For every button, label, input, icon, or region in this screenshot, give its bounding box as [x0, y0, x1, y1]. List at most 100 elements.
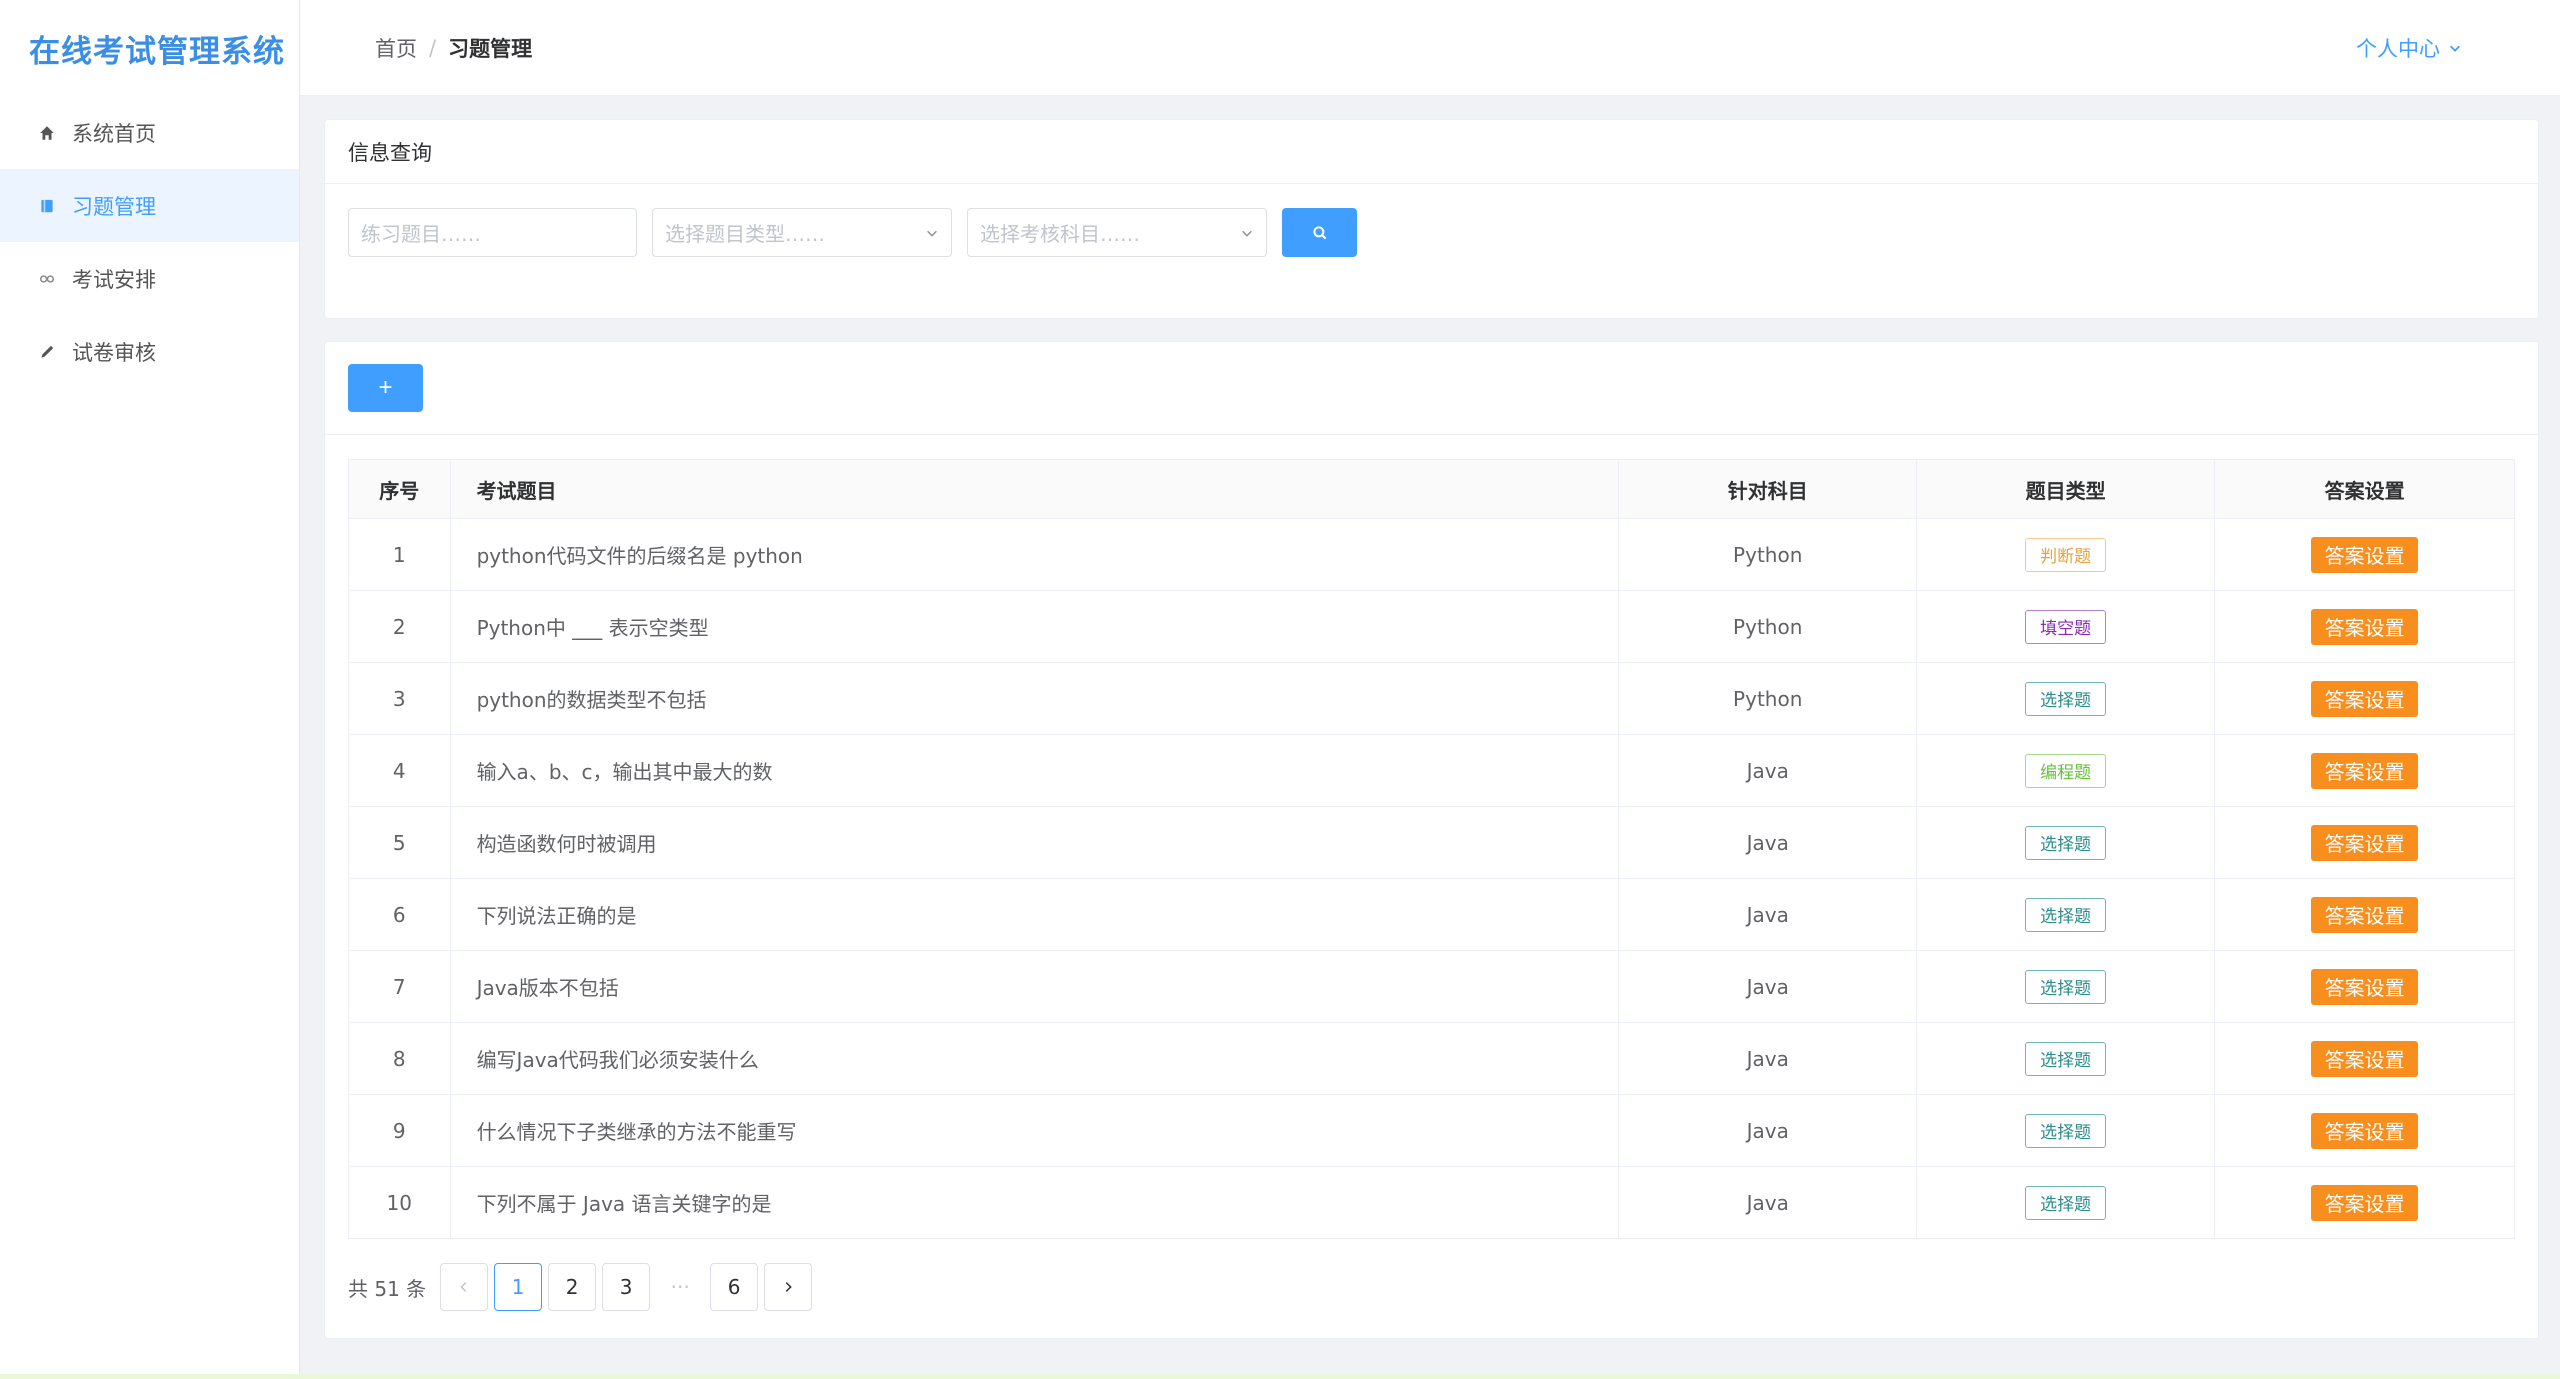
- answer-setting-button[interactable]: 答案设置: [2311, 608, 2419, 645]
- page-1-button[interactable]: 1: [494, 1263, 543, 1311]
- row-type-cell: 填空题: [1916, 590, 2216, 663]
- question-title-placeholder: 练习题目……: [361, 222, 481, 246]
- chevron-down-icon: [927, 230, 937, 237]
- question-title-input[interactable]: 练习题目……: [348, 208, 637, 257]
- chevron-down-icon: [2450, 45, 2460, 52]
- question-type-tag: 选择题: [2025, 1113, 2107, 1148]
- sidebar-item-label: 习题管理: [72, 194, 156, 219]
- answer-setting-button[interactable]: 答案设置: [2311, 968, 2419, 1005]
- page-ellipsis[interactable]: ···: [656, 1263, 705, 1311]
- row-subject: Java: [1618, 806, 1918, 879]
- page-3-button[interactable]: 3: [602, 1263, 651, 1311]
- book-icon: [36, 197, 58, 215]
- breadcrumb-current: 习题管理: [448, 36, 533, 61]
- breadcrumb-home[interactable]: 首页: [375, 33, 417, 63]
- row-title: 输入a、b、c，输出其中最大的数: [449, 734, 1620, 807]
- answer-setting-button[interactable]: 答案设置: [2311, 1112, 2419, 1149]
- page-6-button[interactable]: 6: [710, 1263, 759, 1311]
- sidebar-item-exam-schedule[interactable]: 考试安排: [0, 242, 299, 315]
- query-form: 练习题目…… 选择题目类型…… 选择考核科目……: [325, 208, 2538, 257]
- header-subject: 针对科目: [1618, 459, 1918, 519]
- row-answer-cell: 答案设置: [2214, 662, 2515, 735]
- chevron-left-icon: [460, 1282, 467, 1292]
- row-subject: Java: [1618, 878, 1918, 951]
- answer-setting-button[interactable]: 答案设置: [2311, 824, 2419, 861]
- user-center-dropdown[interactable]: 个人中心: [2356, 0, 2462, 96]
- row-answer-cell: 答案设置: [2214, 734, 2515, 807]
- row-title: python代码文件的后缀名是 python: [449, 518, 1620, 591]
- question-table: 序号 考试题目 针对科目 题目类型 答案设置 1 python代码文件的后缀名是 …: [348, 459, 2515, 1239]
- brand-title: 在线考试管理系统: [29, 33, 285, 70]
- table-row: 7 Java版本不包括 Java 选择题 答案设置: [348, 950, 2515, 1023]
- breadcrumb: 首页 / 习题管理: [375, 33, 532, 63]
- row-idx: 8: [348, 1022, 451, 1095]
- question-list-panel: + 序号 考试题目 针对科目 题目类型 答案设置 1 python代码文件的后缀名…: [324, 341, 2539, 1339]
- row-type-cell: 选择题: [1916, 1166, 2216, 1239]
- prev-page-button[interactable]: [440, 1263, 489, 1311]
- table-row: 5 构造函数何时被调用 Java 选择题 答案设置: [348, 806, 2515, 879]
- table-row: 2 Python中 ___ 表示空类型 Python 填空题 答案设置: [348, 590, 2515, 663]
- answer-setting-button[interactable]: 答案设置: [2311, 896, 2419, 933]
- question-type-tag: 选择题: [2025, 681, 2107, 716]
- answer-setting-button[interactable]: 答案设置: [2311, 1040, 2419, 1077]
- answer-setting-button[interactable]: 答案设置: [2311, 680, 2419, 717]
- row-idx: 7: [348, 950, 451, 1023]
- row-title: 什么情况下子类继承的方法不能重写: [449, 1094, 1620, 1167]
- question-type-tag: 选择题: [2025, 1185, 2107, 1220]
- header-title: 考试题目: [449, 459, 1620, 519]
- header-type: 题目类型: [1916, 459, 2216, 519]
- answer-setting-button[interactable]: 答案设置: [2311, 536, 2419, 573]
- row-answer-cell: 答案设置: [2214, 590, 2515, 663]
- answer-setting-button[interactable]: 答案设置: [2311, 1184, 2419, 1221]
- top-header: 首页 / 习题管理 个人中心: [300, 0, 2560, 96]
- table-row: 8 编写Java代码我们必须安装什么 Java 选择题 答案设置: [348, 1022, 2515, 1095]
- bottom-border: [0, 1374, 2560, 1379]
- row-answer-cell: 答案设置: [2214, 878, 2515, 951]
- row-answer-cell: 答案设置: [2214, 950, 2515, 1023]
- row-subject: Java: [1618, 1166, 1918, 1239]
- table-row: 9 什么情况下子类继承的方法不能重写 Java 选择题 答案设置: [348, 1094, 2515, 1167]
- search-button[interactable]: [1282, 208, 1357, 257]
- row-idx: 5: [348, 806, 451, 879]
- row-type-cell: 选择题: [1916, 806, 2216, 879]
- row-subject: Python: [1618, 590, 1918, 663]
- row-idx: 6: [348, 878, 451, 951]
- pencil-icon: [36, 343, 58, 361]
- breadcrumb-separator: /: [429, 35, 437, 60]
- row-type-cell: 选择题: [1916, 1022, 2216, 1095]
- row-subject: Java: [1618, 1022, 1918, 1095]
- row-idx: 9: [348, 1094, 451, 1167]
- search-icon: [1312, 225, 1326, 239]
- pagination: 共 51 条 1 2 3 ··· 6: [348, 1263, 818, 1311]
- question-type-tag: 填空题: [2025, 609, 2107, 644]
- app-root: 在线考试管理系统 系统首页 习题管理 考试安排 试卷审核 首页 / 习题管理 个…: [0, 0, 2560, 1379]
- sidebar-item-paper-review[interactable]: 试卷审核: [0, 315, 299, 388]
- pagination-total: 共 51 条: [348, 1276, 427, 1301]
- question-type-tag: 选择题: [2025, 897, 2107, 932]
- row-idx: 4: [348, 734, 451, 807]
- question-type-tag: 编程题: [2025, 753, 2107, 788]
- question-type-tag: 选择题: [2025, 825, 2107, 860]
- row-answer-cell: 答案设置: [2214, 1094, 2515, 1167]
- table-header-row: 序号 考试题目 针对科目 题目类型 答案设置: [348, 459, 2515, 519]
- row-title: 编写Java代码我们必须安装什么: [449, 1022, 1620, 1095]
- sidebar-item-home[interactable]: 系统首页: [0, 96, 299, 169]
- row-idx: 3: [348, 662, 451, 735]
- sidebar-item-exercises[interactable]: 习题管理: [0, 169, 299, 242]
- table-row: 1 python代码文件的后缀名是 python Python 判断题 答案设置: [348, 518, 2515, 591]
- answer-setting-button[interactable]: 答案设置: [2311, 752, 2419, 789]
- chevron-right-icon: [785, 1282, 792, 1292]
- row-answer-cell: 答案设置: [2214, 1022, 2515, 1095]
- row-type-cell: 判断题: [1916, 518, 2216, 591]
- header-idx: 序号: [348, 459, 451, 519]
- row-answer-cell: 答案设置: [2214, 806, 2515, 879]
- question-type-select[interactable]: 选择题目类型……: [652, 208, 952, 257]
- add-question-button[interactable]: +: [348, 364, 423, 412]
- question-type-tag: 判断题: [2025, 537, 2107, 572]
- row-subject: Java: [1618, 1094, 1918, 1167]
- sidebar-item-label: 试卷审核: [72, 340, 156, 365]
- row-subject: Java: [1618, 950, 1918, 1023]
- next-page-button[interactable]: [764, 1263, 813, 1311]
- subject-select[interactable]: 选择考核科目……: [967, 208, 1267, 257]
- page-2-button[interactable]: 2: [548, 1263, 597, 1311]
